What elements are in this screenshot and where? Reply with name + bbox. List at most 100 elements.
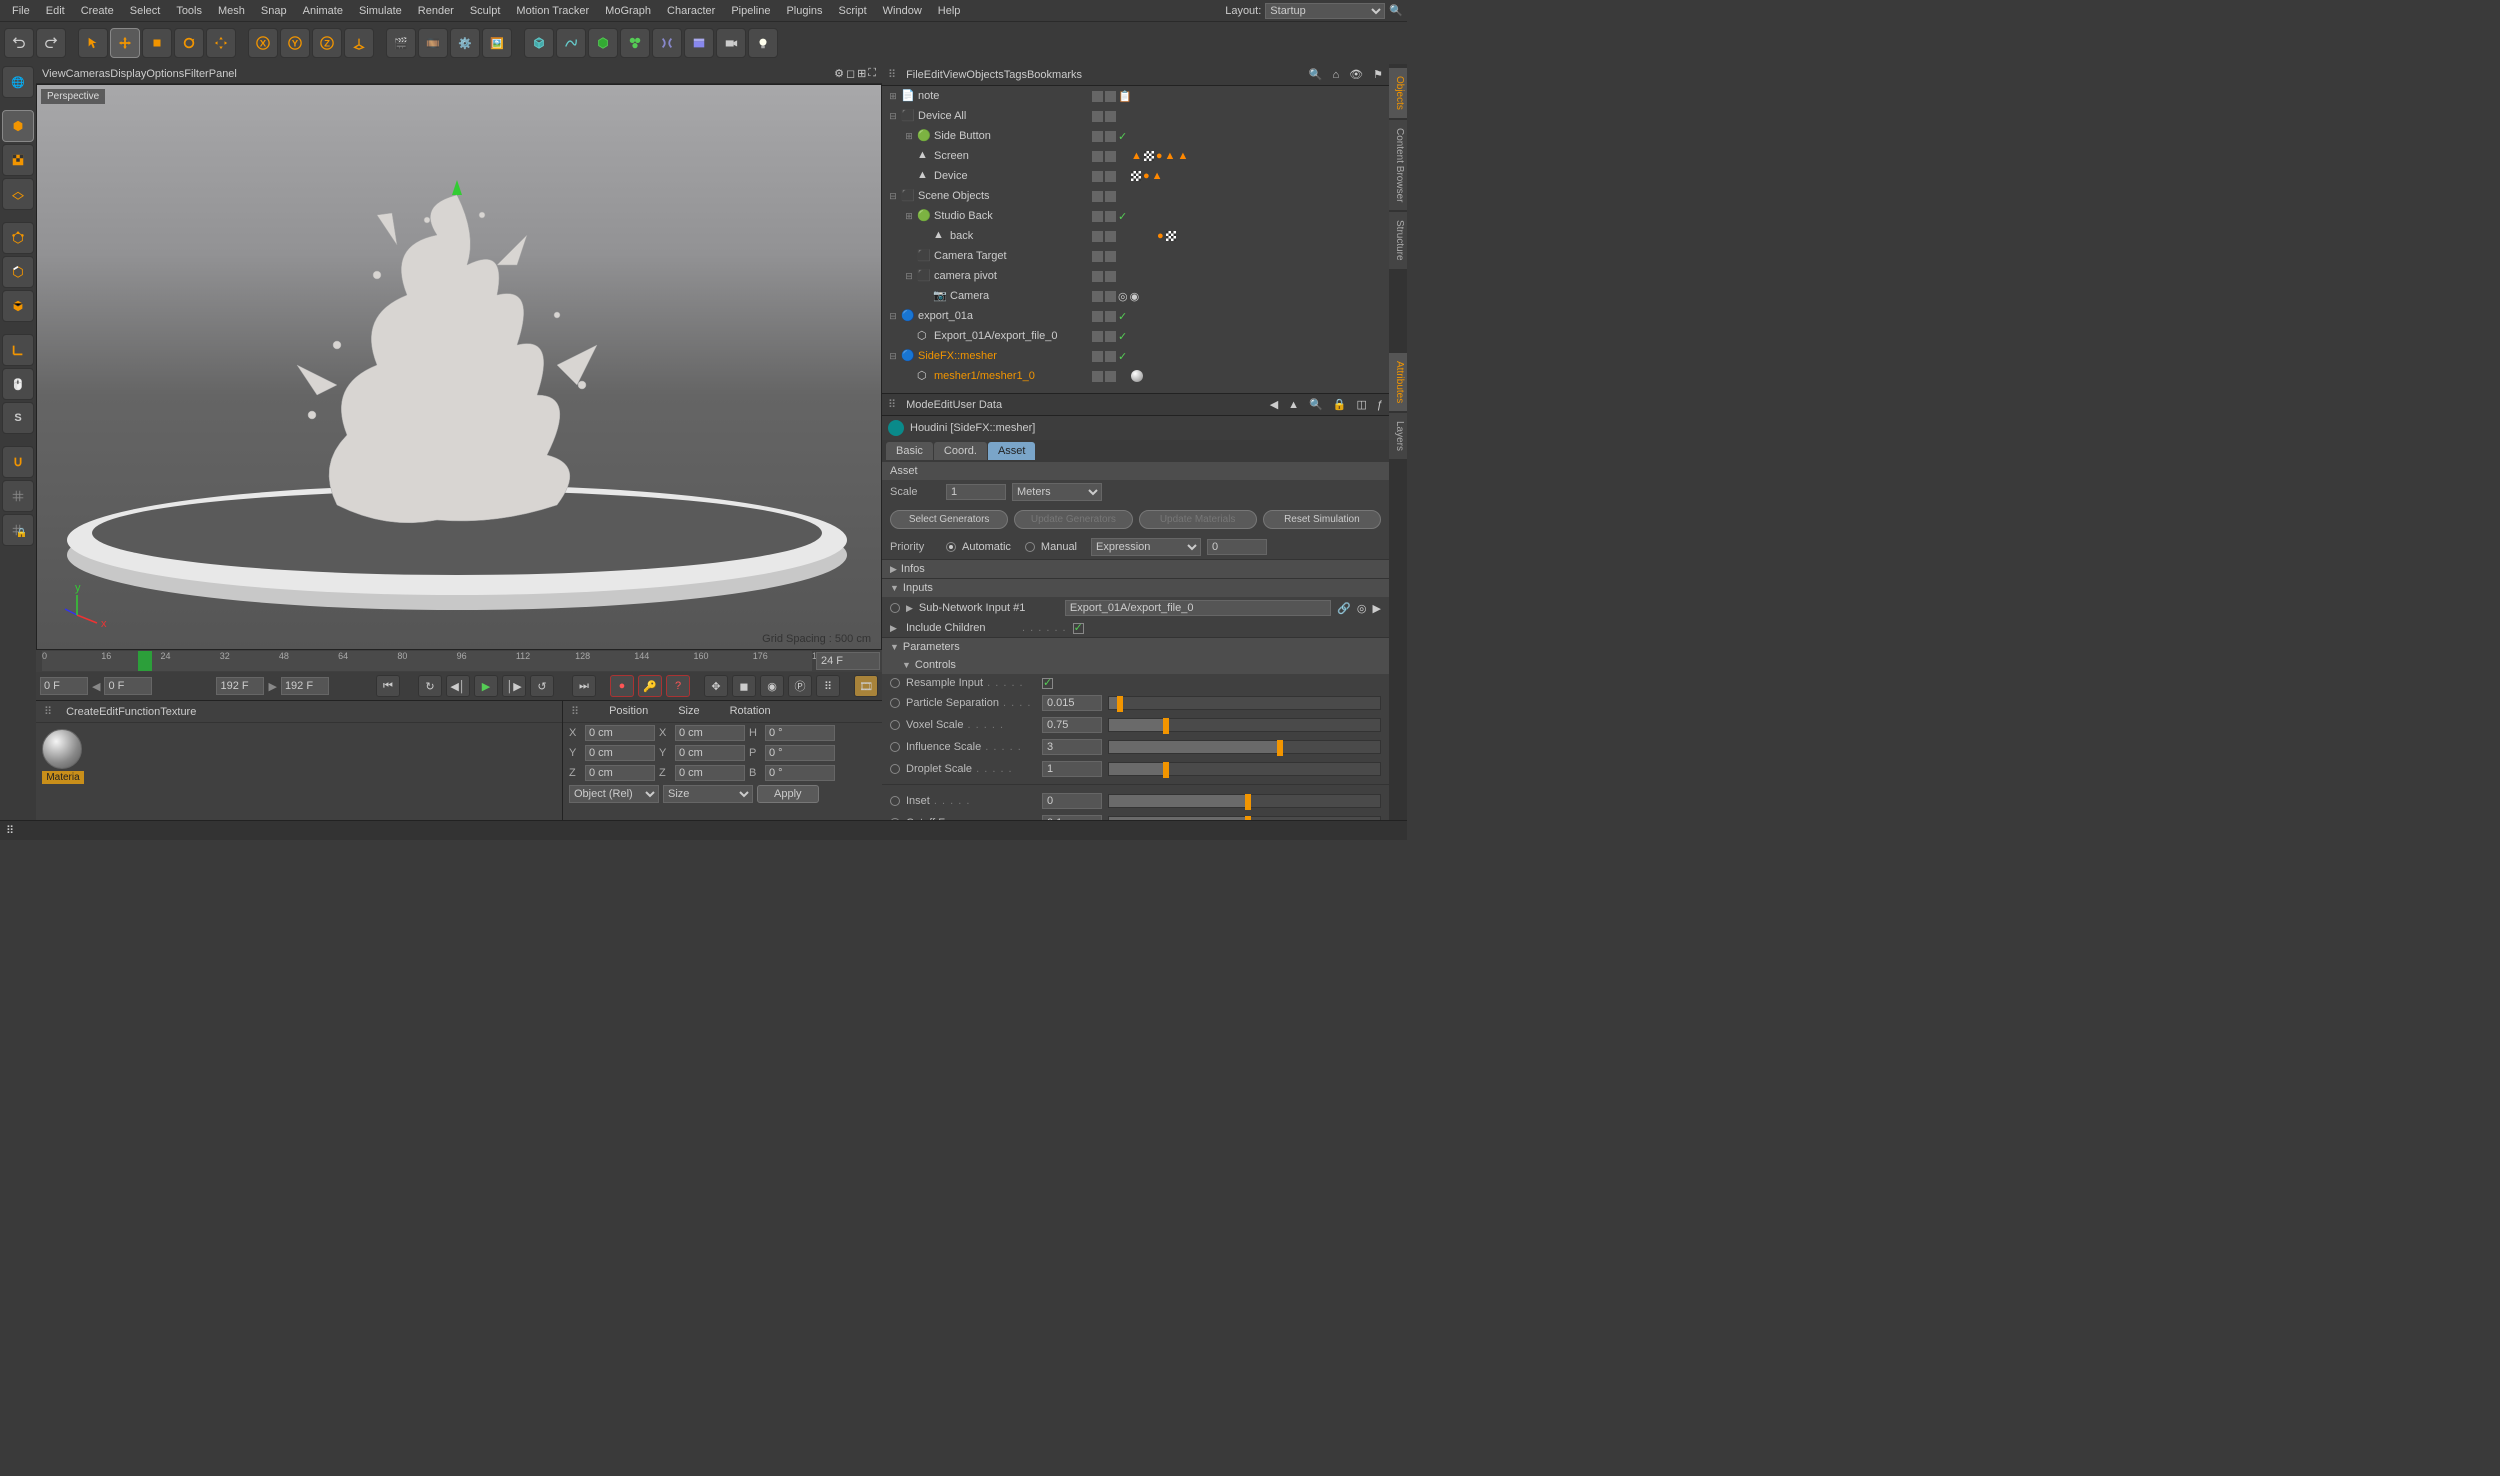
menu-window[interactable]: Window — [875, 5, 930, 17]
menu-snap[interactable]: Snap — [253, 5, 295, 17]
search-icon[interactable]: 🔍 — [1309, 398, 1323, 411]
pos-z-field[interactable] — [585, 765, 655, 781]
tree-row[interactable]: ⊞🟢Studio Back✓ — [882, 206, 1389, 226]
keymode-scale-button[interactable]: ◼ — [732, 675, 756, 697]
picker-icon[interactable]: ◎ — [1357, 602, 1367, 615]
func-icon[interactable]: ƒ — [1377, 399, 1383, 411]
param-value-field[interactable] — [1042, 761, 1102, 777]
keymode-pla-button[interactable]: ⠿ — [816, 675, 840, 697]
controls-section-header[interactable]: ▼Controls — [882, 656, 1389, 674]
next-frame-button[interactable]: │▶ — [502, 675, 526, 697]
menu-texture[interactable]: Texture — [160, 706, 196, 718]
param-value-field[interactable] — [1042, 739, 1102, 755]
param-value-field[interactable] — [1042, 793, 1102, 809]
infos-section-header[interactable]: ▶Infos — [882, 560, 1389, 578]
up-icon[interactable]: ▲ — [1288, 399, 1299, 411]
priority-manual-radio[interactable] — [1025, 542, 1035, 552]
scale-unit-dropdown[interactable]: Meters — [1012, 483, 1102, 501]
render-settings-button[interactable]: ⚙️ — [450, 28, 480, 58]
update-materials-button[interactable]: Update Materials — [1139, 510, 1257, 529]
new-icon[interactable]: ◫ — [1356, 398, 1366, 411]
scale-tool[interactable] — [142, 28, 172, 58]
tree-row[interactable]: ▲Screen▲●▲▲ — [882, 146, 1389, 166]
menu-sculpt[interactable]: Sculpt — [462, 5, 509, 17]
edge-mode-button[interactable] — [2, 256, 34, 288]
tab-structure[interactable]: Structure — [1389, 212, 1407, 269]
loop-button[interactable]: ↻ — [418, 675, 442, 697]
tree-row[interactable]: ⊞🟢Side Button✓ — [882, 126, 1389, 146]
viewport-split-icon[interactable]: ⊞ — [857, 67, 866, 80]
search-icon[interactable]: 🔍 — [1309, 68, 1323, 81]
model-mode-button[interactable] — [2, 110, 34, 142]
menu-script[interactable]: Script — [831, 5, 875, 17]
spline-primitive-button[interactable] — [556, 28, 586, 58]
camera-button[interactable] — [716, 28, 746, 58]
tab-layers[interactable]: Layers — [1389, 413, 1407, 459]
record-button[interactable]: ● — [610, 675, 634, 697]
lock-z-button[interactable]: Z — [312, 28, 342, 58]
menu-function[interactable]: Function — [118, 706, 160, 718]
param-slider[interactable] — [1108, 696, 1381, 710]
link-icon[interactable]: 🔗 — [1337, 602, 1351, 615]
param-value-field[interactable] — [1042, 717, 1102, 733]
tab-attributes[interactable]: Attributes — [1389, 353, 1407, 411]
param-slider[interactable] — [1108, 816, 1381, 820]
inputs-section-header[interactable]: ▼Inputs — [882, 579, 1389, 597]
globe-icon[interactable]: 🌐 — [2, 66, 34, 98]
range-end-field[interactable] — [281, 677, 329, 695]
param-slider[interactable] — [1108, 794, 1381, 808]
workplane-button[interactable] — [2, 178, 34, 210]
environment-button[interactable] — [684, 28, 714, 58]
lock-icon[interactable]: 🔒 — [1333, 398, 1347, 411]
menu-view[interactable]: View — [42, 68, 66, 80]
menu-select[interactable]: Select — [122, 5, 169, 17]
goto-end-button[interactable]: ⏭ — [572, 675, 596, 697]
undo-button[interactable] — [4, 28, 34, 58]
tab-coord[interactable]: Coord. — [934, 442, 987, 460]
grid-icon[interactable] — [2, 480, 34, 512]
menu-mograph[interactable]: MoGraph — [597, 5, 659, 17]
flag-icon[interactable]: ⚑ — [1373, 68, 1383, 81]
menu-create[interactable]: Create — [73, 5, 122, 17]
param-value-field[interactable] — [1042, 695, 1102, 711]
lock-y-button[interactable]: Y — [280, 28, 310, 58]
preview-start-field[interactable] — [104, 677, 152, 695]
keymode-rotate-button[interactable]: ◉ — [760, 675, 784, 697]
object-tree[interactable]: ⊞📄note📋⊟⬛Device All⊞🟢Side Button✓▲Screen… — [882, 86, 1389, 393]
material-preview-icon[interactable] — [42, 729, 82, 769]
rot-p-field[interactable] — [765, 745, 835, 761]
reverse-button[interactable]: ↺ — [530, 675, 554, 697]
menu-panel[interactable]: Panel — [209, 68, 237, 80]
move-tool[interactable] — [110, 28, 140, 58]
arrow-icon[interactable]: ▶ — [1373, 602, 1381, 615]
back-icon[interactable]: ◀ — [1270, 398, 1278, 411]
tree-row[interactable]: ⊟⬛Scene Objects — [882, 186, 1389, 206]
apply-button[interactable]: Apply — [757, 785, 819, 803]
priority-value-field[interactable] — [1207, 539, 1267, 555]
timeline-track[interactable]: 01624324864809611212814416017619... — [42, 651, 812, 671]
render-view-button[interactable]: 🎬 — [386, 28, 416, 58]
menu-plugins[interactable]: Plugins — [778, 5, 830, 17]
size-mode-dropdown[interactable]: Size — [663, 785, 753, 803]
rotate-tool[interactable] — [174, 28, 204, 58]
timeline[interactable]: 01624324864809611212814416017619... — [36, 650, 882, 672]
menu-objects[interactable]: Objects — [966, 69, 1003, 81]
generator-button[interactable] — [620, 28, 650, 58]
menu-mesh[interactable]: Mesh — [210, 5, 253, 17]
nurbs-button[interactable] — [588, 28, 618, 58]
picture-viewer-button[interactable]: 🖼️ — [482, 28, 512, 58]
priority-auto-radio[interactable] — [946, 542, 956, 552]
menu-file[interactable]: File — [906, 69, 924, 81]
tree-row[interactable]: ⊟🔵SideFX::mesher✓ — [882, 346, 1389, 366]
menu-simulate[interactable]: Simulate — [351, 5, 410, 17]
preview-end-field[interactable] — [216, 677, 264, 695]
menu-create[interactable]: Create — [66, 706, 99, 718]
magnet-icon[interactable] — [2, 446, 34, 478]
rot-b-field[interactable] — [765, 765, 835, 781]
deformer-button[interactable] — [652, 28, 682, 58]
menu-animate[interactable]: Animate — [295, 5, 351, 17]
reset-simulation-button[interactable]: Reset Simulation — [1263, 510, 1381, 529]
menu-edit[interactable]: Edit — [924, 69, 943, 81]
menu-edit[interactable]: Edit — [38, 5, 73, 17]
coord-system-button[interactable] — [344, 28, 374, 58]
